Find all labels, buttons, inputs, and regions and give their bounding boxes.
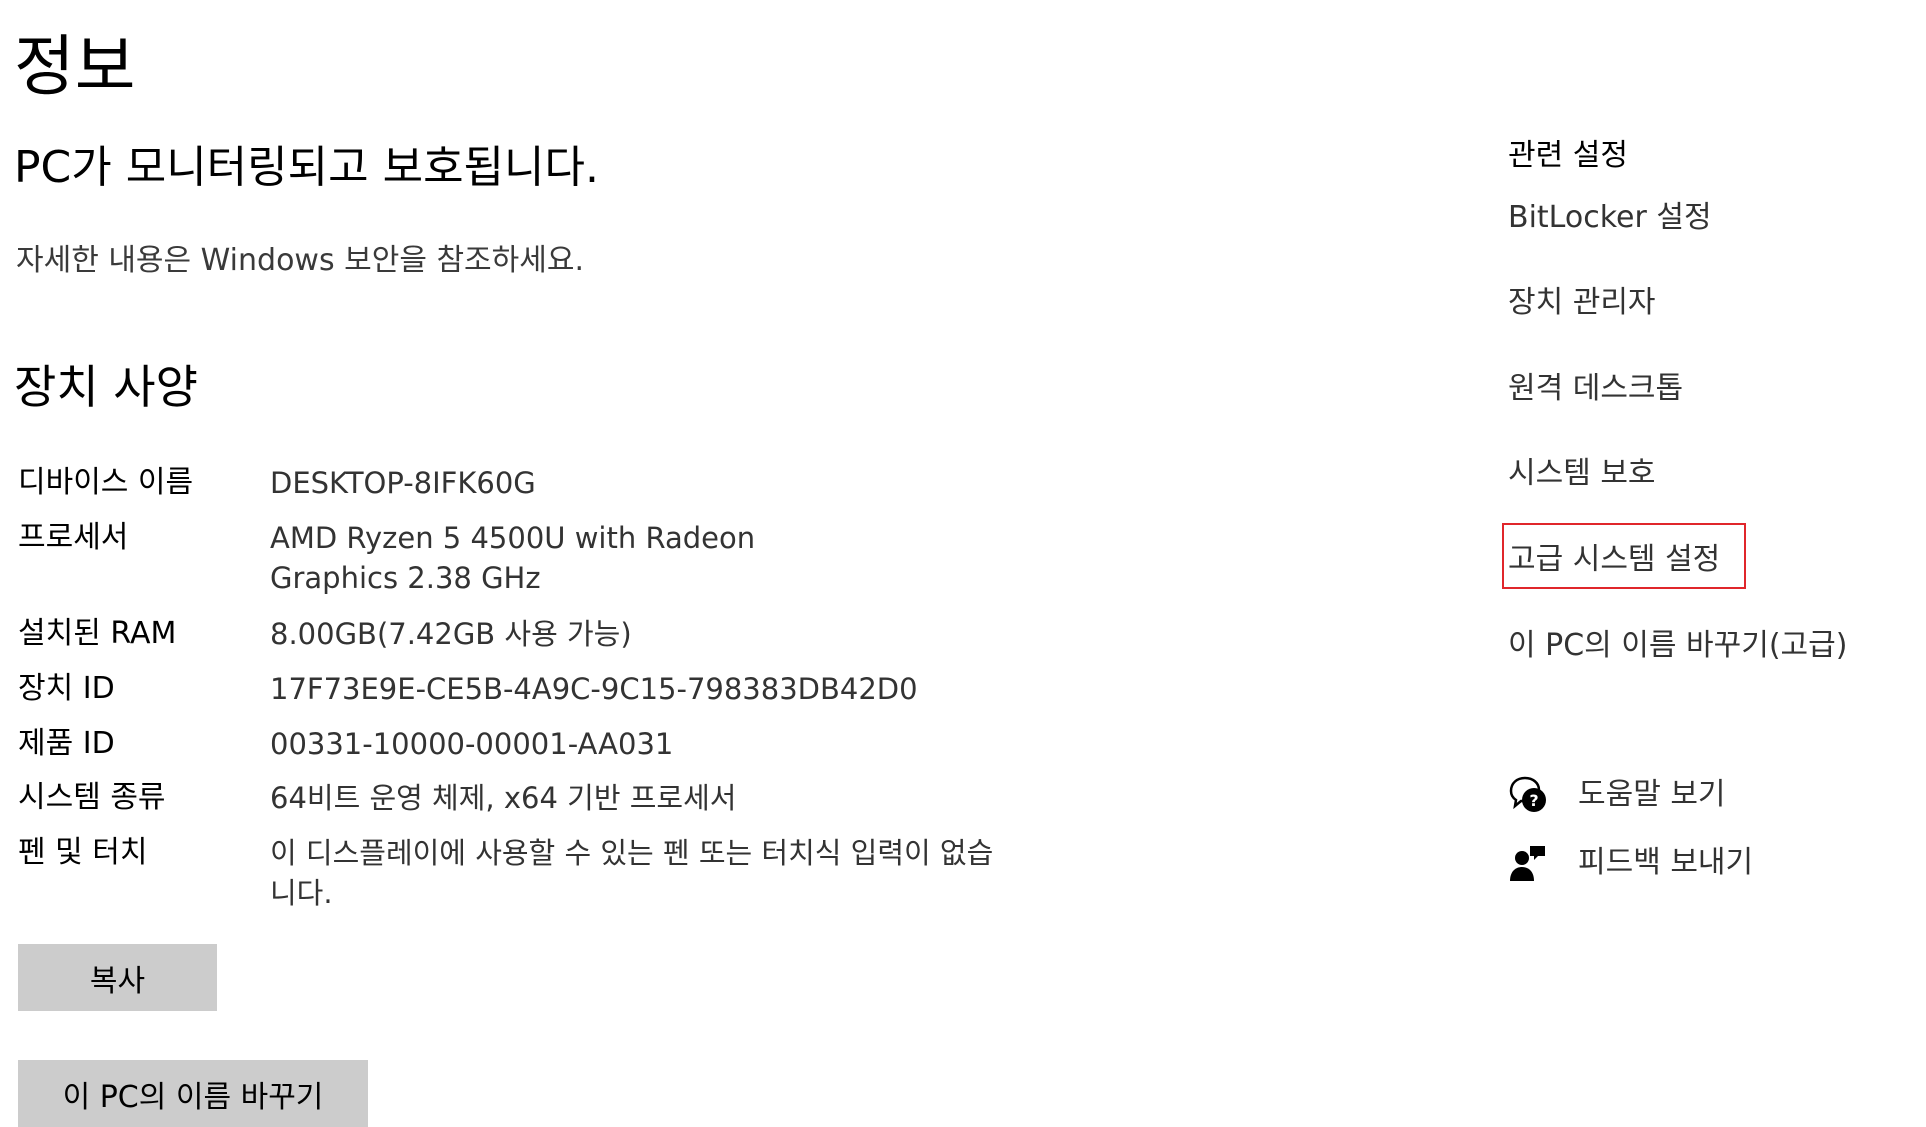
send-feedback-item[interactable]: 피드백 보내기 (1508, 840, 1753, 886)
svg-text:?: ? (1529, 791, 1538, 810)
spec-value: 8.00GB(7.42GB 사용 가능) (270, 617, 632, 651)
spec-label: 장치 ID (18, 671, 115, 706)
spec-value: AMD Ryzen 5 4500U with Radeon Graphics 2… (270, 521, 756, 595)
rename-pc-advanced-link[interactable]: 이 PC의 이름 바꾸기(고급) (1508, 624, 1847, 668)
windows-security-link[interactable]: 자세한 내용은 Windows 보안을 참조하세요. (16, 238, 584, 284)
device-specs-heading: 장치 사양 (14, 360, 198, 414)
spec-value: 17F73E9E-CE5B-4A9C-9C15-798383DB42D0 (270, 672, 918, 706)
get-help-label: 도움말 보기 (1578, 777, 1726, 812)
get-help-item[interactable]: ? 도움말 보기 (1508, 772, 1726, 818)
feedback-icon (1508, 843, 1548, 883)
help-chat-icon: ? (1508, 775, 1548, 815)
page-title: 정보 (14, 28, 136, 105)
device-manager-link[interactable]: 장치 관리자 (1508, 281, 1656, 325)
spec-label: 디바이스 이름 (18, 465, 194, 500)
security-status-heading: PC가 모니터링되고 보호됩니다. (14, 142, 599, 193)
spec-value: 00331-10000-00001-AA031 (270, 727, 674, 761)
spec-label: 프로세서 (18, 520, 129, 555)
advanced-system-settings-link[interactable]: 고급 시스템 설정 (1508, 538, 1720, 582)
spec-label: 제품 ID (18, 726, 115, 761)
spec-label: 설치된 RAM (18, 616, 177, 651)
rename-pc-button[interactable]: 이 PC의 이름 바꾸기 (18, 1060, 368, 1127)
copy-button[interactable]: 복사 (18, 944, 217, 1011)
spec-value: DESKTOP-8IFK60G (270, 466, 536, 500)
related-settings-heading: 관련 설정 (1508, 138, 1628, 173)
system-protection-link[interactable]: 시스템 보호 (1508, 452, 1656, 496)
spec-value: 이 디스플레이에 사용할 수 있는 펜 또는 터치식 입력이 없습니다. (270, 836, 994, 910)
spec-label: 시스템 종류 (18, 780, 166, 815)
send-feedback-label: 피드백 보내기 (1578, 845, 1754, 880)
remote-desktop-link[interactable]: 원격 데스크톱 (1508, 367, 1683, 411)
spec-value: 64비트 운영 체제, x64 기반 프로세서 (270, 781, 737, 815)
bitlocker-settings-link[interactable]: BitLocker 설정 (1508, 196, 1712, 240)
spec-label: 펜 및 터치 (18, 835, 148, 870)
